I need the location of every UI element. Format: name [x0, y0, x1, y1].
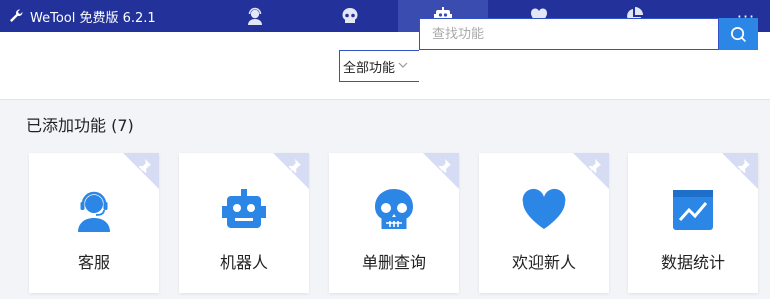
- customer-service-icon: [78, 191, 110, 232]
- feature-card-robot[interactable]: 机器人: [179, 153, 309, 293]
- skull-icon: [375, 189, 413, 229]
- feature-label: 机器人: [219, 253, 268, 272]
- chevron-down-icon: [398, 60, 408, 73]
- pin-icon[interactable]: [722, 153, 758, 189]
- skull-icon: [342, 8, 358, 23]
- filter-value: 全部功能: [343, 60, 396, 76]
- feature-card-customer-service[interactable]: 客服: [29, 153, 159, 293]
- nav-tab-delete-check[interactable]: [305, 0, 395, 32]
- section-title: 已添加功能 (7): [26, 116, 134, 135]
- feature-label: 数据统计: [660, 253, 725, 272]
- feature-label: 欢迎新人: [511, 253, 576, 272]
- function-filter-select[interactable]: 全部功能: [339, 50, 419, 82]
- heart-icon: [522, 188, 566, 229]
- app-title: WeTool 免费版 6.2.1: [8, 0, 156, 32]
- pin-icon[interactable]: [423, 153, 459, 189]
- feature-card-statistics[interactable]: 数据统计: [628, 153, 758, 293]
- search-button[interactable]: [719, 18, 758, 50]
- app-title-text: WeTool 免费版 6.2.1: [30, 10, 156, 26]
- pin-icon[interactable]: [273, 153, 309, 189]
- pin-icon[interactable]: [123, 153, 159, 189]
- line-chart-icon: [673, 190, 713, 230]
- wrench-icon: [8, 8, 24, 24]
- feature-card-delete-check[interactable]: 单删查询: [329, 153, 459, 293]
- search-input[interactable]: [419, 18, 719, 50]
- robot-icon: [222, 189, 266, 228]
- search-icon: [730, 26, 747, 42]
- feature-card-welcome[interactable]: 欢迎新人: [479, 153, 609, 293]
- feature-label: 客服: [77, 253, 110, 272]
- feature-label: 单删查询: [361, 253, 426, 272]
- headset-user-icon: [248, 7, 262, 25]
- nav-tab-customer-service[interactable]: [210, 0, 300, 32]
- pin-icon[interactable]: [573, 153, 609, 189]
